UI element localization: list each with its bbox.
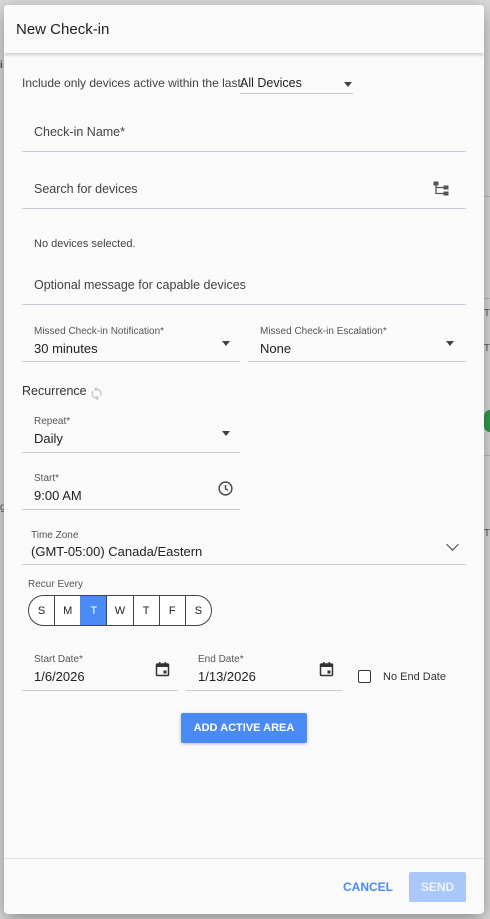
day-toggle-thursday[interactable]: T <box>132 596 159 625</box>
start-date-value: 1/6/2026 <box>34 669 85 684</box>
calendar-icon[interactable] <box>319 661 334 677</box>
timezone-value: (GMT-05:00) Canada/Eastern <box>31 544 203 559</box>
repeat-label: Repeat* <box>34 416 71 427</box>
activity-filter-value: All Devices <box>240 76 302 90</box>
chevron-down-icon <box>222 341 230 346</box>
device-search-placeholder: Search for devices <box>34 182 138 196</box>
chevron-down-icon <box>344 82 352 87</box>
background-text: i <box>0 60 3 71</box>
no-end-date-label: No End Date <box>383 671 446 683</box>
message-underline <box>22 304 466 305</box>
missed-notification-underline <box>22 361 240 362</box>
dialog-footer: CANCEL SEND <box>4 858 484 914</box>
day-toggle-saturday[interactable]: S <box>184 596 211 625</box>
repeat-value: Daily <box>34 431 63 446</box>
day-toggle-sunday[interactable]: S <box>29 596 54 625</box>
day-toggle-monday[interactable]: M <box>54 596 80 625</box>
activity-filter-label: Include only devices active within the l… <box>22 76 245 90</box>
repeat-underline <box>22 452 240 453</box>
missed-escalation-value: None <box>260 341 292 356</box>
send-button[interactable]: SEND <box>409 872 466 902</box>
start-date-label: Start Date* <box>34 654 83 665</box>
dialog-header: New Check-in <box>4 5 484 53</box>
device-tree-icon[interactable] <box>433 181 449 196</box>
missed-notification-select[interactable]: Missed Check-in Notification* 30 minutes <box>22 321 240 363</box>
activity-filter-select[interactable]: All Devices <box>240 73 353 94</box>
background-divider <box>484 298 490 299</box>
recur-every-label: Recur Every <box>28 579 84 590</box>
missed-escalation-select[interactable]: Missed Check-in Escalation* None <box>248 321 466 363</box>
timezone-label: Time Zone <box>31 530 79 541</box>
weekday-selector: S M T W T F S <box>28 595 212 626</box>
checkin-name-field[interactable]: Check-in Name* <box>22 109 466 153</box>
missed-escalation-underline <box>248 361 466 362</box>
dialog-title: New Check-in <box>16 21 110 38</box>
dialog-body: Include only devices active within the l… <box>4 53 484 858</box>
missed-notification-value: 30 minutes <box>34 341 98 356</box>
device-search-field[interactable]: Search for devices <box>22 166 466 210</box>
checkin-name-underline <box>22 151 466 152</box>
missed-escalation-label: Missed Check-in Escalation* <box>260 326 387 337</box>
missed-notification-label: Missed Check-in Notification* <box>34 326 165 337</box>
add-active-area-button[interactable]: ADD ACTIVE AREA <box>181 713 307 743</box>
repeat-select[interactable]: Repeat* Daily <box>22 411 240 453</box>
clock-icon[interactable] <box>217 480 234 497</box>
chevron-down-icon <box>446 341 454 346</box>
start-date-underline <box>22 690 178 691</box>
end-date-value: 1/13/2026 <box>198 669 256 684</box>
day-toggle-tuesday[interactable]: T <box>80 596 107 625</box>
start-time-label: Start* <box>34 473 60 484</box>
calendar-icon[interactable] <box>155 661 170 677</box>
end-date-label: End Date* <box>198 654 244 665</box>
checkin-name-placeholder: Check-in Name* <box>34 125 126 139</box>
device-search-underline <box>22 208 466 209</box>
chevron-down-icon <box>446 538 459 551</box>
start-time-field[interactable]: Start* 9:00 AM <box>22 468 240 510</box>
background-divider <box>484 196 490 197</box>
start-time-underline <box>22 509 240 510</box>
chevron-down-icon <box>222 431 230 436</box>
timezone-underline <box>22 564 466 565</box>
start-time-value: 9:00 AM <box>34 488 82 503</box>
cancel-button[interactable]: CANCEL <box>334 874 402 900</box>
day-toggle-wednesday[interactable]: W <box>106 596 132 625</box>
background-status-dot <box>484 410 490 432</box>
timezone-select[interactable]: Time Zone (GMT-05:00) Canada/Eastern <box>22 525 466 565</box>
background-text: T <box>483 308 490 319</box>
background-divider <box>484 455 490 456</box>
new-checkin-dialog: New Check-in Include only devices active… <box>4 5 484 914</box>
day-toggle-friday[interactable]: F <box>158 596 185 625</box>
end-date-underline <box>186 690 342 691</box>
refresh-icon[interactable] <box>89 386 104 401</box>
message-field[interactable]: Optional message for capable devices <box>22 260 466 305</box>
message-placeholder: Optional message for capable devices <box>34 278 246 292</box>
activity-filter-underline <box>240 93 353 94</box>
no-devices-text: No devices selected. <box>34 238 136 250</box>
recurrence-title: Recurrence <box>22 384 87 398</box>
no-end-date-checkbox[interactable] <box>358 670 371 683</box>
